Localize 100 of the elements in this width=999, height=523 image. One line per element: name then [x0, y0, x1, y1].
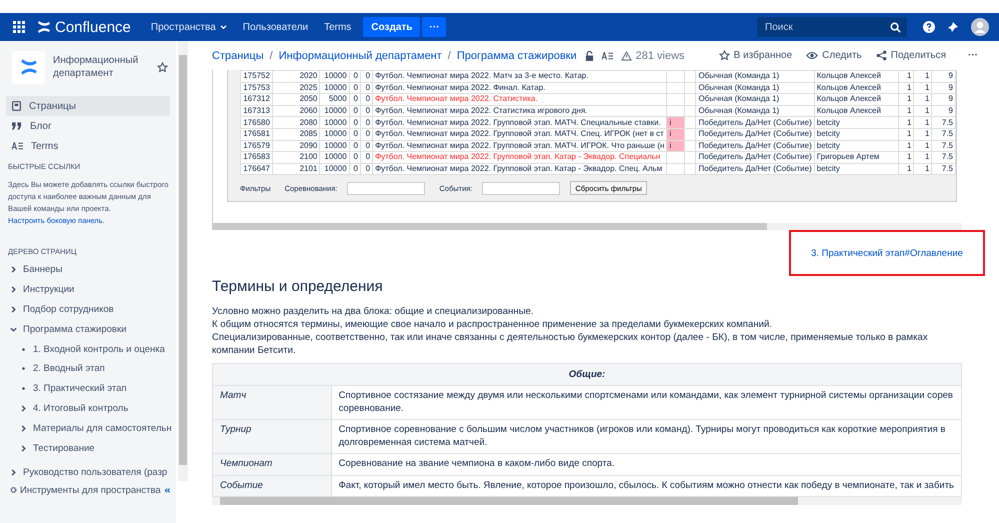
breadcrumb-link[interactable]: Страницы	[212, 50, 264, 62]
breadcrumb-separator: /	[448, 50, 451, 62]
bullet-icon	[20, 385, 27, 392]
table-cell: 1	[914, 116, 932, 128]
search-field[interactable]: Поиск	[757, 17, 907, 37]
table-cell: 1	[914, 128, 932, 140]
space-tools-link[interactable]: Инструменты для пространства	[20, 484, 161, 496]
table-cell: 0	[360, 70, 373, 82]
horizontal-scrollbar[interactable]	[212, 497, 962, 505]
table-cell: 9	[932, 94, 956, 106]
chevron-right-icon[interactable]	[20, 424, 27, 432]
table-cell: 0	[360, 152, 373, 164]
table-cell: 1	[914, 70, 932, 82]
page-tree-item[interactable]: Материалы для самостоятельн	[33, 422, 172, 434]
table-cell: 176579	[240, 140, 272, 152]
page-tree-item[interactable]: Тестирование	[33, 442, 95, 454]
page-tree-item[interactable]: 2. Вводный этап	[33, 363, 105, 374]
breadcrumb-link[interactable]: Информационный департамент	[278, 50, 442, 62]
table-cell: Кольцов Алексей	[814, 70, 898, 82]
sidebar-nav-item[interactable]: Страницы	[6, 96, 170, 116]
anchor-link[interactable]: 3. Практический этап#Оглавление	[811, 248, 963, 258]
collapse-icon[interactable]	[164, 486, 170, 494]
page-tree-item[interactable]: Руководство пользователя (разр	[23, 467, 168, 478]
page-icon	[12, 101, 21, 111]
sidebar-nav-item[interactable]: Terms	[6, 136, 170, 156]
chevron-right-icon[interactable]	[10, 266, 17, 274]
space-logo[interactable]	[12, 50, 45, 84]
app-grid-icon[interactable]	[13, 21, 25, 33]
page-tree-item[interactable]: Инструкции	[23, 284, 74, 296]
table-cell: 0	[360, 163, 373, 175]
page-tree-item[interactable]: Подбор сотрудников	[23, 304, 114, 315]
gear-icon[interactable]	[10, 485, 17, 496]
chevron-right-icon[interactable]	[10, 286, 17, 294]
table-cell: 1	[898, 105, 914, 117]
share-button[interactable]: Поделиться	[876, 50, 946, 61]
table-cell: 1	[898, 128, 914, 140]
star-icon[interactable]	[157, 62, 168, 72]
table-cell: 7.5	[932, 140, 956, 152]
page-tree-item[interactable]: Программа стажировки	[23, 324, 126, 335]
table-cell: 9	[932, 82, 956, 94]
chevron-right-icon[interactable]	[10, 306, 17, 313]
page-tree-item[interactable]: 1. Входной контроль и оценка	[33, 344, 165, 355]
table-cell: Футбол. Чемпионат мира 2022. Статистика.	[372, 94, 667, 106]
table-cell: 0	[360, 82, 373, 94]
term-cell: Событие	[213, 475, 332, 496]
help-icon[interactable]	[923, 21, 935, 33]
horizontal-scrollbar[interactable]	[213, 223, 962, 230]
table-cell: Футбол. Чемпионат мира 2022. Групповой этап. МАТЧ. Специальные ставки.	[372, 116, 667, 128]
table-cell: 167313	[240, 105, 272, 117]
definition-cell: Соревнование на звание чемпиона в каком-либо виде спорта.	[331, 454, 961, 475]
table-cell: 0	[360, 128, 373, 140]
nav-menu-item[interactable]: Terms	[316, 17, 360, 37]
page-tree-item[interactable]: 3. Практический этап	[33, 383, 127, 394]
sidebar-nav-item[interactable]: Блог	[6, 116, 170, 136]
chevron-right-icon[interactable]	[20, 404, 27, 412]
user-avatar[interactable]	[971, 18, 989, 36]
page-tree-item[interactable]: 4. Итоговый контроль	[33, 402, 128, 414]
input-field[interactable]	[347, 182, 426, 195]
watch-button[interactable]: Следить	[806, 50, 862, 61]
table-cell: Обычная (Команда 1)	[696, 94, 814, 106]
table-cell: Победитель Да/Нет (Событие)	[696, 128, 814, 140]
chevron-right-icon[interactable]	[20, 444, 27, 452]
table-cell: Победитель Да/Нет (Событие)	[696, 163, 814, 175]
confluence-logo-icon[interactable]	[37, 21, 51, 33]
table-cell: 0	[349, 94, 360, 106]
table-cell: 1	[898, 152, 914, 164]
paragraph: Условно можно разделить на два блока: общие и специализированные.	[212, 305, 535, 318]
chevron-right-icon[interactable]	[10, 469, 17, 476]
lock-icon[interactable]	[584, 50, 594, 60]
table-cell: 175753	[240, 82, 272, 94]
glossary-icon[interactable]	[602, 52, 613, 60]
breadcrumb-link[interactable]: Программа стажировки	[456, 50, 577, 62]
create-button[interactable]: Создать	[363, 17, 420, 37]
table-cell: 1	[898, 163, 914, 175]
table-cell: 0	[349, 116, 360, 128]
page-tree-item[interactable]: Баннеры	[23, 264, 62, 276]
nav-menu-item[interactable]: Пространства	[142, 17, 235, 37]
product-name[interactable]: Confluence	[55, 18, 131, 36]
chevron-down-icon[interactable]	[10, 326, 17, 333]
table-cell: 1	[898, 94, 914, 106]
table-cell: 2060	[272, 105, 320, 117]
table-cell: betcity	[814, 116, 898, 128]
table-cell: 2050	[272, 94, 320, 106]
space-name[interactable]: Информационный департамент	[53, 54, 143, 80]
table-cell: 1	[898, 82, 914, 94]
bullet-icon	[20, 346, 27, 353]
scrollbar[interactable]	[178, 41, 188, 481]
table-cell: 176647	[240, 163, 272, 175]
term-cell: Матч	[213, 386, 332, 420]
more-button[interactable]: ···	[422, 17, 446, 37]
table-cell: Кольцов Алексей	[814, 82, 898, 94]
favorite-button[interactable]: В избранное	[718, 50, 792, 61]
more-actions-button[interactable]: ···	[968, 50, 978, 61]
nav-menu-item[interactable]: Пользователи	[234, 17, 316, 37]
input-field[interactable]	[482, 182, 560, 195]
table-cell: 7.5	[932, 128, 956, 140]
table-cell: 167312	[240, 94, 272, 106]
bullet-icon	[20, 365, 27, 372]
table-cell: 2085	[272, 128, 320, 140]
glossary-icon	[12, 142, 23, 150]
